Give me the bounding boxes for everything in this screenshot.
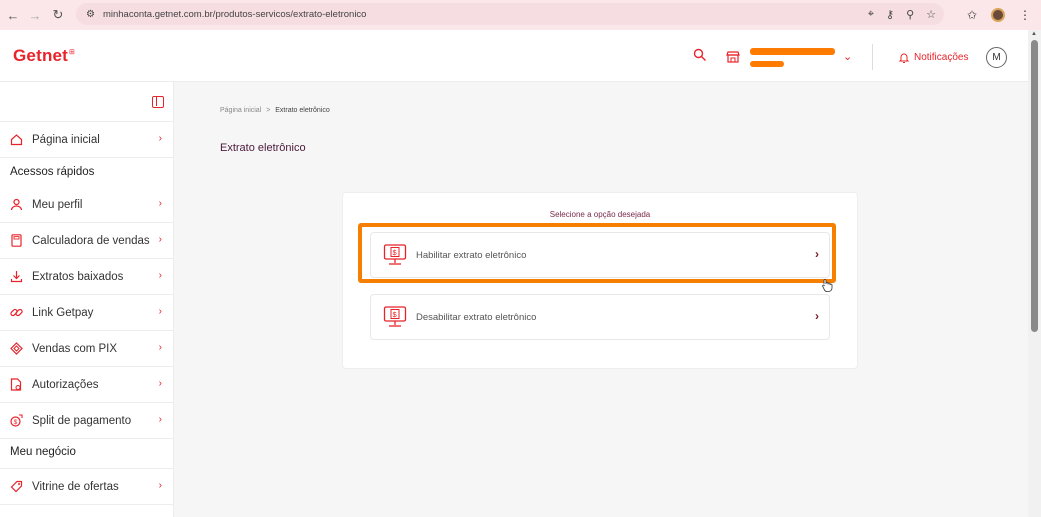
page-title: Extrato eletrônico: [220, 142, 306, 154]
section-quick-access: Acessos rápidos: [10, 166, 95, 178]
browser-menu-icon[interactable]: ⋮: [1019, 8, 1031, 22]
svg-text:$: $: [393, 248, 398, 257]
sidebar-item-split-pagamento[interactable]: $ Split de pagamento ›: [0, 403, 174, 439]
redacted-merchant-id: [750, 61, 784, 67]
zoom-icon[interactable]: ⚲: [906, 8, 914, 21]
sidebar-item-extratos-baixados[interactable]: Extratos baixados ›: [0, 259, 174, 295]
chevron-right-icon: ›: [158, 306, 162, 317]
calculator-icon: [9, 234, 23, 248]
reload-icon[interactable]: ↻: [47, 4, 69, 26]
sidebar-item-label: Vitrine de ofertas: [32, 480, 119, 493]
download-icon: [9, 270, 23, 284]
option-label: Desabilitar extrato eletrônico: [416, 312, 537, 323]
split-icon: $: [9, 414, 23, 428]
sidebar-item-vitrine-ofertas[interactable]: Vitrine de ofertas ›: [0, 469, 174, 505]
sidebar-item-label: Meu perfil: [32, 198, 83, 211]
extensions-icon[interactable]: ✩: [967, 8, 977, 22]
home-icon: [9, 133, 23, 147]
link-icon: [9, 306, 23, 320]
store-icon[interactable]: [726, 50, 740, 68]
user-icon: [9, 198, 23, 212]
notifications-label: Notificações: [914, 52, 969, 63]
monitor-dollar-icon: $: [383, 306, 407, 333]
sidebar-item-link-getpay[interactable]: Link Getpay ›: [0, 295, 174, 331]
sidebar-item-autorizacoes[interactable]: Autorizações ›: [0, 367, 174, 403]
tag-icon: [9, 480, 23, 494]
sidebar-item-label: Extratos baixados: [32, 270, 124, 283]
address-bar[interactable]: ⚙ minhaconta.getnet.com.br/produtos-serv…: [76, 3, 944, 25]
key-icon[interactable]: ⚷: [886, 8, 894, 21]
browser-profile-avatar[interactable]: [991, 8, 1005, 22]
sidebar-item-label: Página inicial: [32, 133, 100, 146]
scroll-thumb[interactable]: [1031, 40, 1038, 332]
document-icon: [9, 378, 23, 392]
breadcrumb-separator: >: [266, 107, 271, 114]
sidebar-item-label: Autorizações: [32, 378, 99, 391]
page-scrollbar[interactable]: ▲: [1028, 30, 1041, 517]
app-header: Getnet⊞ ⌄ Notificações M: [0, 30, 1028, 82]
mouse-cursor-icon: [822, 278, 834, 297]
breadcrumb-current: Extrato eletrônico: [275, 107, 330, 114]
chevron-right-icon: ›: [158, 198, 162, 209]
sidebar-item-home[interactable]: Página inicial ›: [0, 122, 174, 158]
chevron-down-icon[interactable]: ⌄: [843, 50, 852, 63]
options-card: Selecione a opção desejada $ Habilitar e…: [342, 192, 858, 369]
chevron-right-icon: ›: [815, 247, 819, 261]
chevron-right-icon: ›: [815, 309, 819, 323]
chevron-right-icon: ›: [158, 378, 162, 389]
monitor-dollar-icon: $: [383, 244, 407, 271]
back-icon[interactable]: ←: [2, 4, 24, 26]
chevron-right-icon: ›: [158, 480, 162, 491]
pix-icon: [9, 342, 23, 356]
url-text: minhaconta.getnet.com.br/produtos-servic…: [102, 8, 367, 20]
enable-e-statement-option[interactable]: $ Habilitar extrato eletrônico ›: [370, 232, 830, 278]
svg-text:$: $: [393, 310, 398, 319]
bell-icon: [899, 53, 909, 63]
chevron-right-icon: ›: [158, 414, 162, 425]
breadcrumb: Página inicial > Extrato eletrônico: [220, 107, 330, 114]
header-divider: [872, 44, 873, 70]
section-my-business: Meu negócio: [10, 446, 76, 458]
chevron-right-icon: ›: [158, 270, 162, 281]
browser-toolbar: ← → ↻ ⚙ minhaconta.getnet.com.br/produto…: [0, 0, 1041, 30]
chevron-right-icon: ›: [158, 342, 162, 353]
option-label: Habilitar extrato eletrônico: [416, 250, 527, 261]
logo-mark-icon: ⊞: [69, 49, 76, 57]
svg-text:$: $: [13, 419, 17, 426]
sidebar-item-label: Split de pagamento: [32, 414, 132, 427]
disable-e-statement-option[interactable]: $ Desabilitar extrato eletrônico ›: [370, 294, 830, 340]
sidebar: Página inicial › Acessos rápidos Meu per…: [0, 82, 174, 517]
sidebar-item-label: Calculadora de vendas: [32, 234, 150, 247]
scroll-up-icon[interactable]: ▲: [1031, 31, 1037, 37]
collapse-sidebar-icon[interactable]: [152, 96, 164, 108]
user-avatar[interactable]: M: [986, 47, 1007, 68]
redacted-merchant-name: [750, 48, 835, 55]
site-settings-icon[interactable]: ⚙: [86, 9, 95, 20]
breadcrumb-home-link[interactable]: Página inicial: [220, 107, 261, 114]
forward-icon[interactable]: →: [24, 4, 46, 26]
sidebar-item-calculadora[interactable]: Calculadora de vendas ›: [0, 223, 174, 259]
chevron-right-icon: ›: [158, 234, 162, 245]
notifications-button[interactable]: Notificações: [899, 52, 968, 63]
card-title: Selecione a opção desejada: [549, 210, 651, 219]
search-icon[interactable]: [693, 48, 707, 67]
sidebar-item-label: Vendas com PIX: [32, 342, 118, 355]
bookmark-star-icon[interactable]: ☆: [926, 8, 936, 21]
sidebar-item-vendas-pix[interactable]: Vendas com PIX ›: [0, 331, 174, 367]
sidebar-item-label: Link Getpay: [32, 306, 94, 319]
getnet-logo[interactable]: Getnet⊞: [13, 46, 75, 66]
location-icon[interactable]: ⌖: [868, 8, 874, 21]
sidebar-item-meu-perfil[interactable]: Meu perfil ›: [0, 187, 174, 223]
chevron-right-icon: ›: [158, 133, 162, 144]
